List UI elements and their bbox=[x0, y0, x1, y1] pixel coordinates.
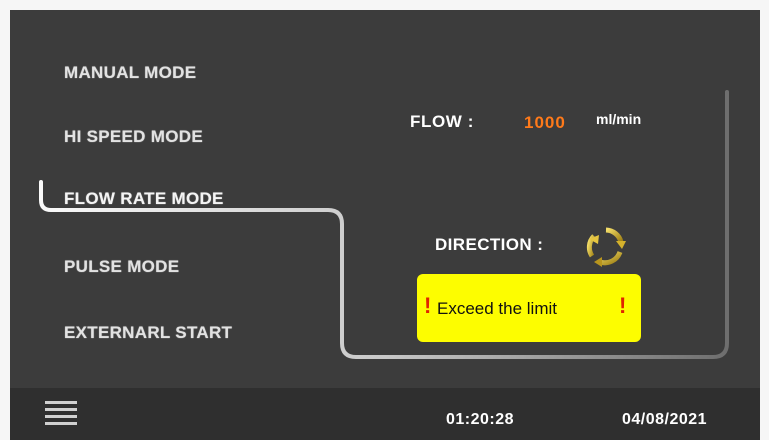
clock-time: 01:20:28 bbox=[446, 411, 515, 428]
status-bar: 01:20:28 04/08/2021 bbox=[10, 388, 760, 440]
mode-item-flow-rate[interactable]: FLOW RATE MODE bbox=[64, 189, 224, 209]
exclamation-icon: ! bbox=[424, 293, 432, 318]
limit-warning-box: ! Exceed the limit ! bbox=[417, 274, 641, 342]
mode-item-hi-speed[interactable]: HI SPEED MODE bbox=[64, 127, 203, 147]
mode-item-manual[interactable]: MANUAL MODE bbox=[64, 63, 196, 83]
direction-label: DIRECTION : bbox=[435, 235, 544, 254]
flow-label: FLOW : bbox=[410, 112, 475, 131]
rotate-arrows-icon[interactable] bbox=[580, 222, 632, 270]
current-date: 04/08/2021 bbox=[622, 411, 708, 428]
flow-unit: ml/min bbox=[596, 111, 642, 127]
flow-value[interactable]: 1000 bbox=[524, 113, 566, 133]
warning-text: Exceed the limit bbox=[437, 299, 557, 318]
pump-screen: MANUAL MODE HI SPEED MODE FLOW RATE MODE… bbox=[10, 10, 760, 440]
hamburger-menu-icon[interactable] bbox=[45, 398, 77, 430]
mode-item-pulse[interactable]: PULSE MODE bbox=[64, 257, 179, 277]
exclamation-icon: ! bbox=[619, 293, 627, 318]
mode-item-external-start[interactable]: EXTERNARL START bbox=[64, 323, 232, 343]
